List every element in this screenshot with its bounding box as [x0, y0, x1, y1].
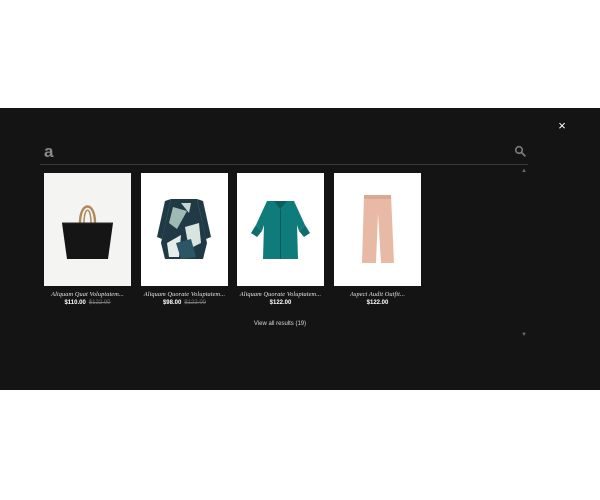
view-all-results-link[interactable]: View all results (19): [230, 321, 330, 327]
price-group: $110.00 $122.00: [44, 299, 131, 307]
search-input[interactable]: [42, 140, 486, 164]
results-scrollbar[interactable]: ▲ ▼: [520, 168, 528, 338]
price-group: $98.00 $122.00: [141, 299, 228, 307]
product-image[interactable]: [334, 173, 421, 286]
product-card[interactable]: Aliquam Quorate Voluptatem... $98.00 $122…: [141, 173, 228, 307]
product-name[interactable]: Aliquam Quorate Voluptatem...: [141, 291, 228, 298]
product-image[interactable]: [44, 173, 131, 286]
close-icon[interactable]: ×: [555, 119, 569, 133]
product-name[interactable]: Aliquam Quat Voluptatem...: [44, 291, 131, 298]
product-card[interactable]: Aliquam Quorate Voluptatem... $122.00: [237, 173, 324, 307]
search-bar: [40, 140, 528, 165]
blouse-image: [237, 173, 324, 286]
product-price: $122.00: [366, 300, 389, 306]
search-icon[interactable]: [514, 145, 526, 157]
product-name[interactable]: Aspect Audit Outfit...: [334, 291, 421, 298]
price-group: $122.00: [237, 299, 324, 307]
tote-bag-image: [44, 173, 131, 286]
tunic-image: [141, 173, 228, 286]
trousers-image: [334, 173, 421, 286]
product-image[interactable]: [141, 173, 228, 286]
product-card[interactable]: Aspect Audit Outfit... $122.00: [334, 173, 421, 307]
product-price: $122.00: [269, 300, 292, 306]
price-group: $122.00: [334, 299, 421, 307]
scroll-down-icon[interactable]: ▼: [520, 332, 528, 338]
product-card[interactable]: Aliquam Quat Voluptatem... $110.00 $122.0…: [44, 173, 131, 307]
product-image[interactable]: [237, 173, 324, 286]
product-price: $110.00: [64, 300, 86, 306]
product-old-price: $122.00: [184, 300, 207, 306]
product-name[interactable]: Aliquam Quorate Voluptatem...: [237, 291, 324, 298]
scroll-up-icon[interactable]: ▲: [520, 168, 528, 174]
product-old-price: $122.00: [88, 300, 111, 306]
product-price: $98.00: [162, 300, 182, 306]
